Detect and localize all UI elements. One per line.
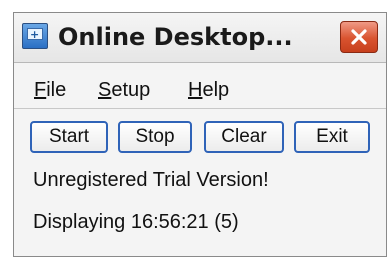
display-status-text: Displaying 16:56:21 (5) xyxy=(33,211,239,233)
window-title: Online Desktop... xyxy=(58,23,293,51)
menu-help-accel: H xyxy=(188,79,203,101)
app-monitor-icon: + xyxy=(22,23,48,49)
close-button[interactable] xyxy=(340,21,378,53)
close-icon xyxy=(351,29,367,45)
menu-file-accel: F xyxy=(34,79,47,101)
menu-file[interactable]: File xyxy=(34,79,66,102)
menu-setup[interactable]: Setup xyxy=(98,79,150,102)
exit-button[interactable]: Exit xyxy=(294,121,370,153)
start-button[interactable]: Start xyxy=(30,121,108,153)
button-toolbar: Start Stop Clear Exit xyxy=(14,121,386,157)
menu-setup-accel: S xyxy=(98,79,112,101)
menu-setup-rest: etup xyxy=(111,79,151,101)
menu-help-rest: elp xyxy=(202,79,230,101)
app-icon-plus: + xyxy=(30,28,40,41)
menu-file-rest: ile xyxy=(46,79,67,101)
trial-status-text: Unregistered Trial Version! xyxy=(33,169,269,191)
menu-bar: File Setup Help xyxy=(14,75,386,109)
clear-button[interactable]: Clear xyxy=(204,121,284,153)
title-bar[interactable]: + Online Desktop... xyxy=(14,13,386,63)
menu-help[interactable]: Help xyxy=(188,79,229,102)
app-window: + Online Desktop... File Setup Help Star… xyxy=(13,12,387,257)
stop-button[interactable]: Stop xyxy=(118,121,192,153)
